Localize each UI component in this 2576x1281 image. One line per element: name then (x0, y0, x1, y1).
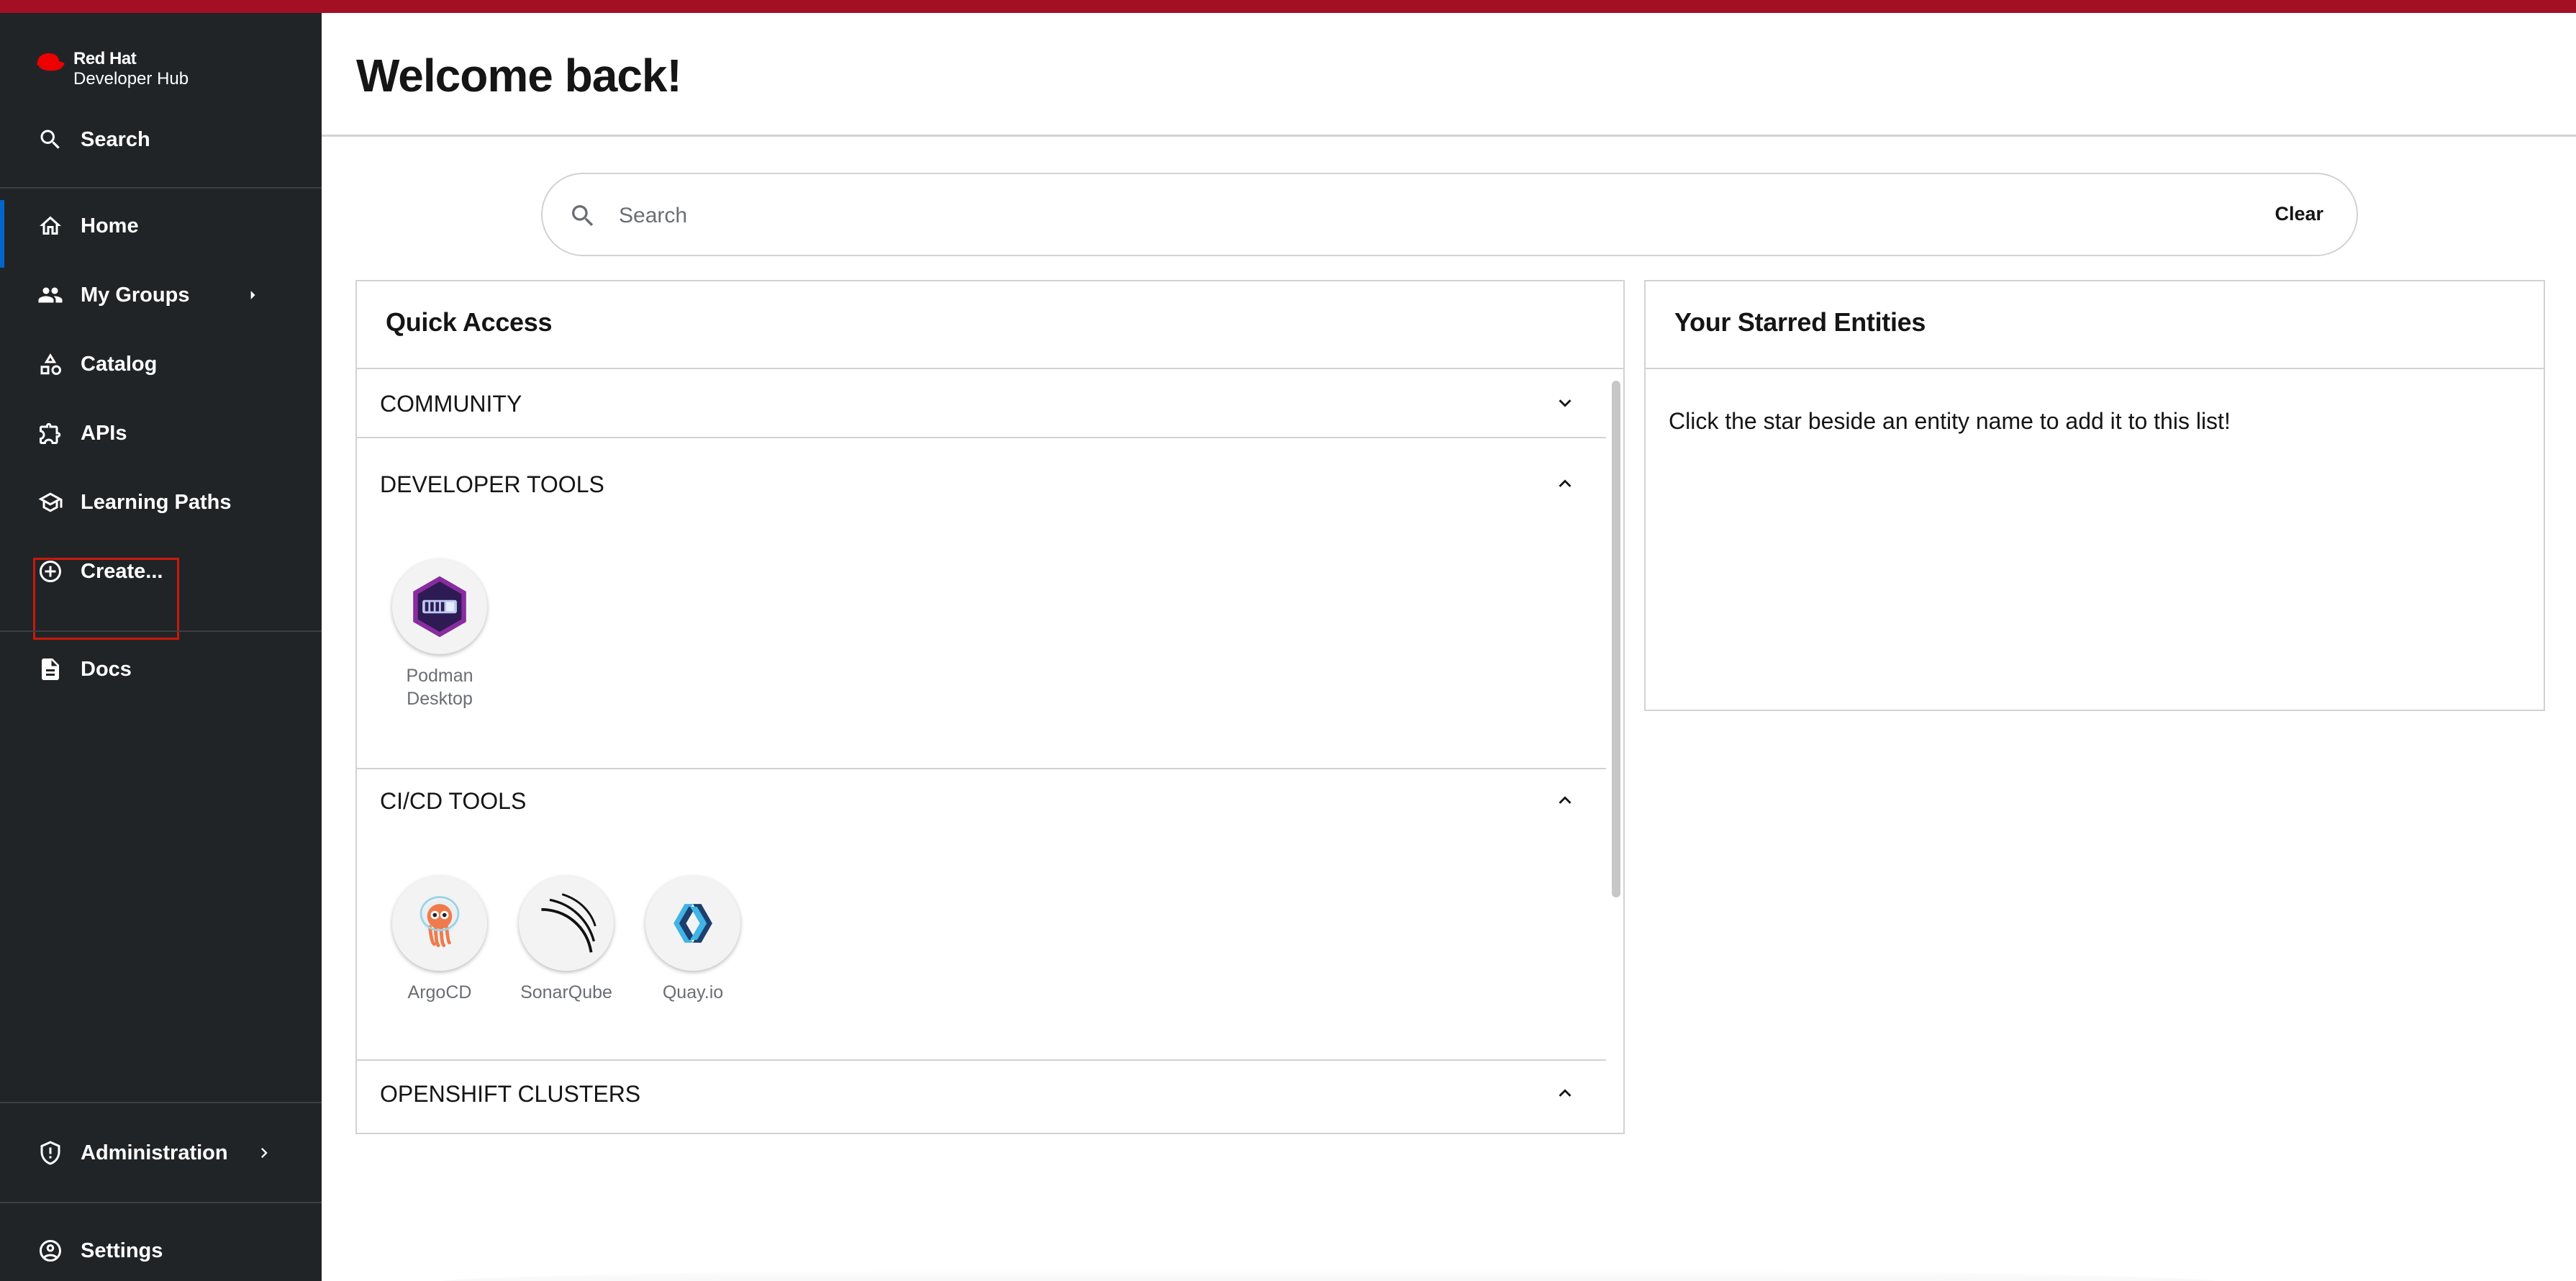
scrollbar-thumb[interactable] (1612, 381, 1620, 897)
sidebar-item-label: Administration (81, 1141, 228, 1164)
sidebar-item-label: Settings (81, 1239, 163, 1262)
tool-argocd[interactable]: ArgoCD (375, 876, 504, 1004)
sidebar-search[interactable]: Search (0, 114, 322, 166)
sidebar-item-docs[interactable]: Docs (0, 643, 322, 695)
brand-logo[interactable]: Red Hat Developer Hub (33, 49, 189, 102)
groups-icon (36, 281, 65, 309)
argocd-icon (392, 876, 487, 971)
page-title: Welcome back! (356, 50, 682, 101)
sidebar-search-label: Search (81, 127, 150, 151)
tool-name: SonarQube (520, 982, 612, 1002)
catalog-icon (36, 350, 65, 379)
sidebar-item-label: Home (81, 214, 139, 237)
sidebar-item-my-groups[interactable]: My Groups (0, 269, 322, 321)
sidebar-item-apis[interactable]: APIs (0, 407, 322, 459)
section-community-header[interactable]: COMMUNITY (357, 369, 1606, 437)
sidebar-item-label: Docs (81, 657, 132, 681)
podman-icon (392, 559, 487, 654)
sidebar-item-label: Learning Paths (81, 490, 232, 514)
brand-line1: Red Hat (73, 49, 137, 68)
chevron-down-icon (1553, 391, 1577, 415)
home-icon (36, 212, 65, 240)
card-title: Your Starred Entities (1674, 307, 1926, 337)
card-title: Quick Access (386, 307, 553, 337)
sidebar-item-label: APIs (81, 421, 127, 445)
search-icon (36, 125, 65, 154)
chevron-right-icon (254, 1143, 274, 1163)
sidebar-item-administration[interactable]: Administration (0, 1127, 322, 1179)
card-header-divider (1646, 368, 2544, 369)
sidebar-item-label: Catalog (81, 352, 158, 376)
tool-name: Quay.io (662, 982, 724, 1002)
caret-right-icon (242, 285, 263, 305)
sidebar-item-catalog[interactable]: Catalog (0, 338, 322, 390)
section-cicd-tools-header[interactable]: CI/CD TOOLS (357, 766, 1606, 834)
create-highlight-outline (33, 558, 179, 640)
section-title: CI/CD TOOLS (380, 788, 527, 814)
sidebar-item-home[interactable]: Home (0, 200, 322, 268)
sidebar-divider (0, 187, 322, 189)
chevron-up-icon (1553, 788, 1577, 812)
chevron-up-icon (1553, 471, 1577, 496)
starred-entities-card: Your Starred Entities Click the star bes… (1644, 280, 2545, 711)
sidebar-divider (0, 630, 322, 632)
tool-name: Desktop (407, 689, 473, 709)
sidebar-divider (0, 1202, 322, 1203)
search-icon (568, 202, 597, 230)
account-circle-icon (36, 1236, 65, 1265)
section-title: OPENSHIFT CLUSTERS (380, 1081, 641, 1107)
bottom-shadow (430, 1269, 2228, 1281)
document-icon (36, 655, 65, 684)
empty-state-message: Click the star beside an entity name to … (1669, 408, 2231, 434)
search-input[interactable] (619, 196, 2130, 236)
sidebar-item-settings[interactable]: Settings (0, 1225, 322, 1277)
red-hat-logo-icon (36, 53, 65, 71)
main-content: Welcome back! Clear Quick Access COMMUNI… (322, 13, 2576, 1281)
clear-button[interactable]: Clear (2275, 203, 2323, 225)
tool-quay[interactable]: Quay.io (628, 876, 758, 1004)
section-divider (357, 437, 1606, 438)
section-openshift-clusters-header[interactable]: OPENSHIFT CLUSTERS (357, 1059, 1606, 1127)
chevron-up-icon (1553, 1081, 1577, 1105)
page-header: Welcome back! (322, 13, 2576, 137)
sidebar-item-learning-paths[interactable]: Learning Paths (0, 476, 322, 528)
sidebar: Red Hat Developer Hub Search Home My Gro… (0, 13, 322, 1281)
sidebar-item-label: My Groups (81, 283, 190, 307)
tool-podman-desktop[interactable]: Podman Desktop (375, 559, 504, 710)
top-accent-bar (0, 0, 2576, 13)
quay-icon (645, 876, 740, 971)
section-title: DEVELOPER TOOLS (380, 471, 604, 497)
sidebar-divider (0, 1102, 322, 1103)
brand-line2: Developer Hub (73, 69, 189, 89)
puzzle-icon (36, 419, 65, 448)
school-icon (36, 488, 65, 517)
tool-sonarqube[interactable]: SonarQube (502, 876, 631, 1004)
tool-name: ArgoCD (407, 982, 472, 1002)
shield-icon (36, 1139, 65, 1167)
sonarqube-icon (519, 876, 614, 971)
quick-access-card: Quick Access COMMUNITY DEVELOPER TOOLS P… (355, 280, 1625, 1134)
section-developer-tools-header[interactable]: DEVELOPER TOOLS (357, 450, 1606, 517)
section-title: COMMUNITY (380, 391, 522, 417)
tool-name: Podman (406, 666, 473, 686)
search-bar: Clear (541, 173, 2358, 256)
